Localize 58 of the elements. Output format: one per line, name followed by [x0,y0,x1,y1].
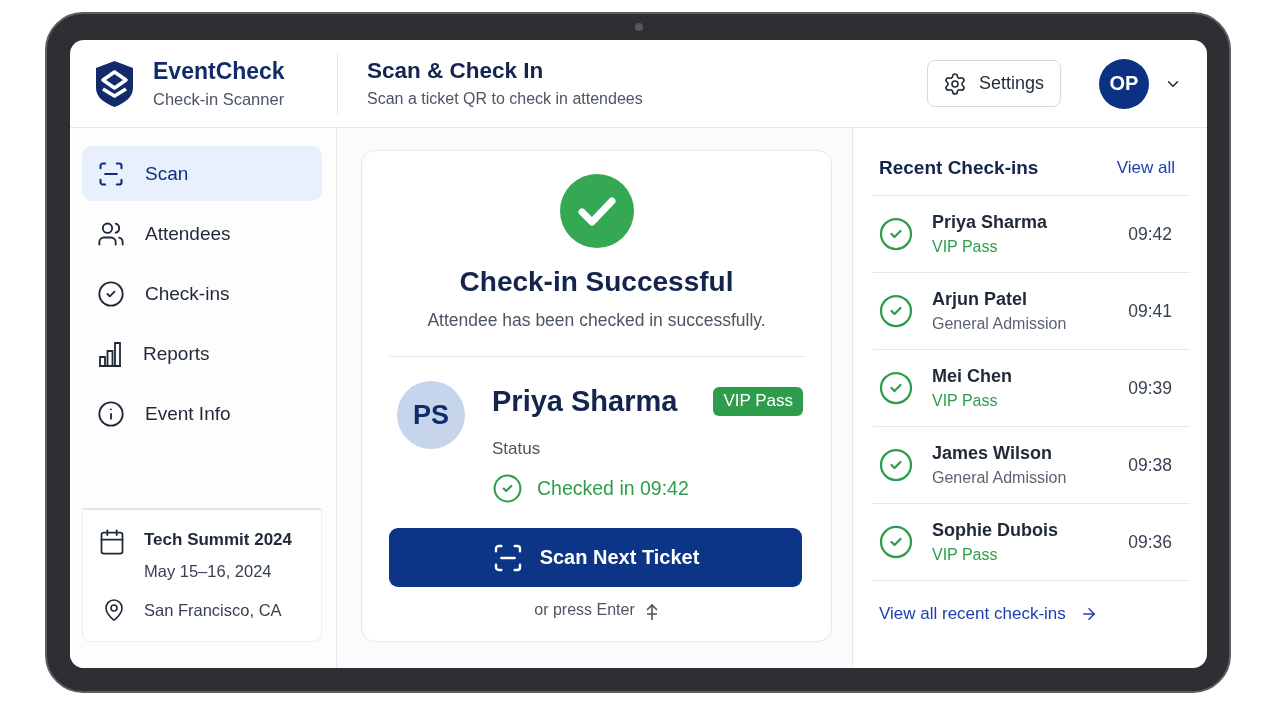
check-circle-icon [878,216,914,252]
attendee-name: Arjun Patel [932,288,1029,311]
pass-type: VIP Pass [932,545,999,565]
user-avatar[interactable]: OP [1099,58,1149,109]
settings-icon [943,71,967,96]
nav-item[interactable]: Reports [82,326,322,381]
nav-item[interactable]: Event Info [82,386,322,441]
bar-chart-icon [97,339,123,368]
pass-type: VIP Pass [932,391,999,411]
recent-title: Recent Check-ins [879,156,1039,179]
check-in-time: 09:41 [1128,300,1172,322]
attendee-name: Priya Sharma [492,384,678,419]
nav-item[interactable]: Scan [82,146,322,201]
event-name: Tech Summit 2024 [144,529,293,551]
check-circle-icon [878,447,914,483]
attendee-name: James Wilson [932,442,1053,465]
arrow-up-icon [644,603,659,620]
info-icon [97,399,125,428]
keyboard-hint: or press Enter [534,600,635,620]
result-title: Check-in Successful [459,265,734,299]
page-subtitle: Scan a ticket QR to check in attendees [367,89,644,109]
camera-icon [634,23,643,31]
pass-type: General Admission [932,314,1067,334]
attendee-name: Priya Sharma [932,211,1048,234]
event-location: San Francisco, CA [144,600,282,621]
calendar-icon [98,528,126,556]
attendee-name: Mei Chen [932,365,1012,388]
view-all-link[interactable]: View all [1116,157,1175,178]
event-dates: May 15–16, 2024 [144,561,273,582]
shield-logo-icon [96,60,133,107]
view-all-recent-link[interactable]: View all recent check-ins [879,604,1098,624]
status-text: Checked in 09:42 [537,477,689,500]
map-pin-icon [102,598,126,622]
settings-button[interactable]: Settings [927,60,1061,107]
check-in-time: 09:42 [1128,223,1172,245]
check-in-time: 09:36 [1128,531,1172,553]
result-message: Attendee has been checked in successfully. [427,309,766,332]
attendee-name: Sophie Dubois [932,519,1058,542]
success-check-icon [559,174,634,248]
check-circle-icon [878,293,914,329]
page-title: Scan & Check In [367,57,545,85]
app-subtitle: Check-in Scanner [153,89,285,110]
attendee-avatar: PS [397,381,465,449]
pass-type: General Admission [932,468,1067,488]
pass-type: VIP Pass [932,237,999,257]
nav-item[interactable]: Attendees [82,206,322,261]
scan-icon [97,159,125,188]
check-circle-icon [492,473,523,504]
check-circle-icon [97,279,125,308]
nav-item[interactable]: Check-ins [82,266,322,321]
check-circle-icon [878,524,914,560]
status-label: Status [492,438,542,460]
app-name: EventCheck [153,57,285,85]
check-in-time: 09:38 [1128,454,1172,476]
scan-next-button[interactable]: Scan Next Ticket [389,528,802,587]
check-in-time: 09:39 [1128,377,1172,399]
pass-badge: VIP Pass [713,386,803,416]
check-circle-icon [878,370,914,406]
